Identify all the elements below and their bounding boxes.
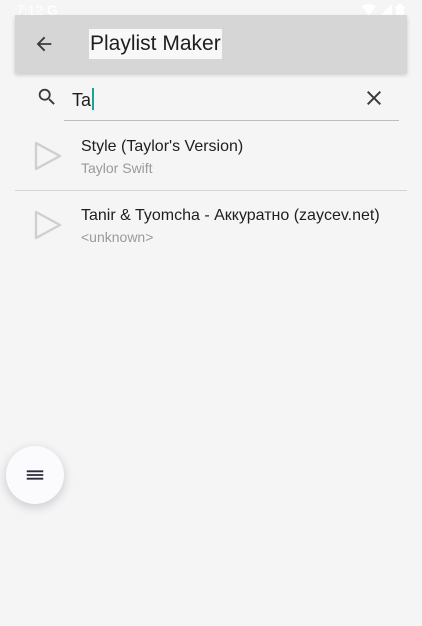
search-input-value: Ta xyxy=(72,88,95,112)
close-icon[interactable] xyxy=(362,86,386,110)
back-button[interactable] xyxy=(29,29,59,59)
track-artist: <unknown> xyxy=(81,229,154,245)
page-title: Playlist Maker xyxy=(89,29,222,59)
track-title: Style (Taylor's Version) xyxy=(81,138,244,155)
screen: 7:12 G Playlist Maker Ta Style (Taylor's… xyxy=(0,0,422,626)
track-artist: Taylor Swift xyxy=(81,160,153,176)
play-icon xyxy=(34,141,62,171)
text-cursor xyxy=(92,88,95,110)
search-icon xyxy=(38,88,55,105)
menu-fab-button[interactable] xyxy=(6,446,64,504)
list-item[interactable]: Tanir & Tyomcha - Аккуратно (zaycev.net)… xyxy=(15,191,407,259)
menu-icon xyxy=(26,470,44,480)
list-item[interactable]: Style (Taylor's Version) Taylor Swift xyxy=(15,122,407,191)
search-input[interactable]: Ta xyxy=(64,80,399,121)
track-title: Tanir & Tyomcha - Аккуратно (zaycev.net) xyxy=(81,207,380,224)
arrow-back-icon xyxy=(36,36,52,52)
app-bar: Playlist Maker xyxy=(15,15,407,73)
play-icon xyxy=(34,210,62,240)
search-query: Ta xyxy=(72,90,92,110)
